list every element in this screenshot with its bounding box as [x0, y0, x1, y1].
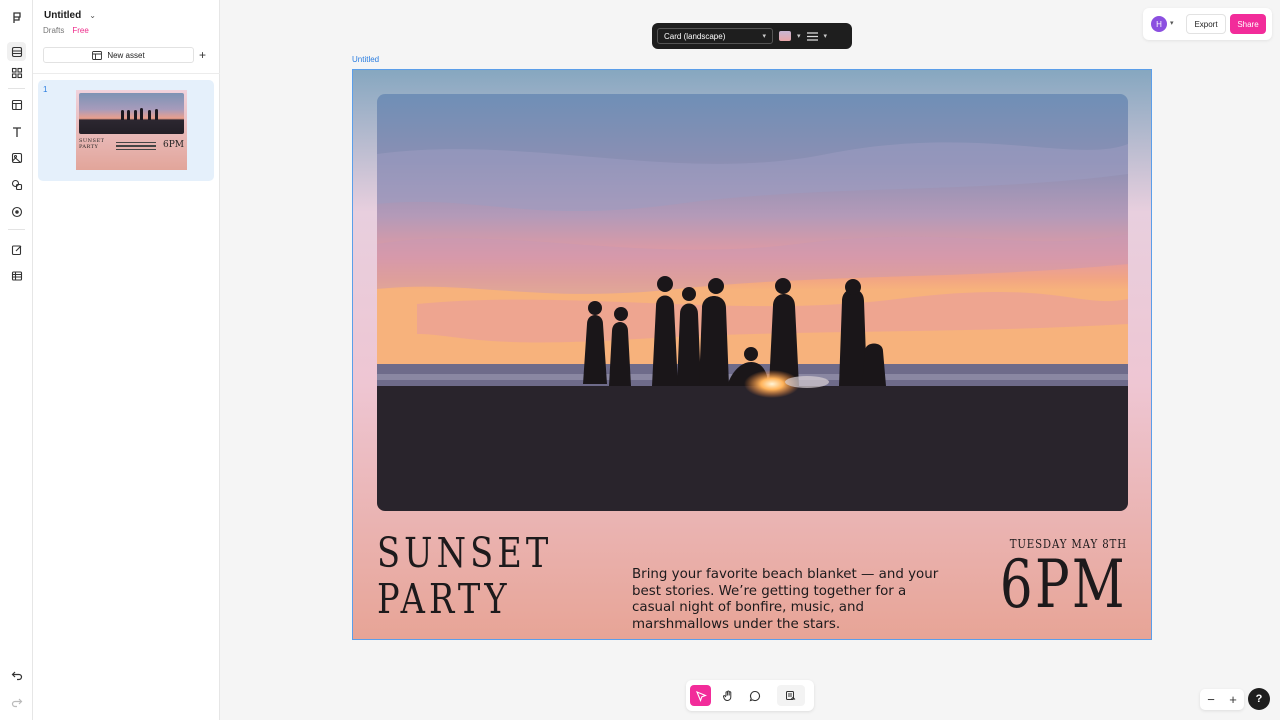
drafts-link[interactable]: Drafts	[43, 26, 64, 35]
layout-icon[interactable]	[7, 95, 26, 114]
bottom-toolbar	[686, 680, 814, 711]
help-button[interactable]: ?	[1248, 688, 1270, 710]
zoom-out-button[interactable]: −	[1200, 689, 1222, 710]
undo-icon[interactable]	[7, 665, 26, 684]
share-group: H ▾ Export Share	[1143, 8, 1272, 40]
shapes-icon[interactable]	[7, 175, 26, 194]
chevron-down-icon[interactable]: ⌄	[89, 11, 96, 20]
assets-tool-icon[interactable]	[777, 685, 805, 706]
page-number: 1	[43, 85, 48, 94]
avatar[interactable]: H	[1151, 16, 1167, 32]
redo-icon[interactable]	[7, 692, 26, 711]
pages-panel: Untitled ⌄ Drafts Free New asset + 1 SUN…	[33, 0, 220, 720]
new-asset-label: New asset	[107, 50, 145, 60]
card-time[interactable]: 6PM	[1000, 550, 1127, 620]
format-select[interactable]: Card (landscape) ▾	[657, 28, 773, 44]
layers-icon[interactable]	[7, 42, 26, 61]
comment-tool-icon[interactable]	[744, 685, 765, 706]
add-page-button[interactable]: +	[195, 47, 210, 63]
hand-tool-icon[interactable]	[717, 685, 738, 706]
title-line-1: SUNSET	[377, 529, 553, 577]
document-title-text: Untitled	[44, 10, 82, 21]
card-title[interactable]: SUNSET PARTY	[377, 530, 552, 622]
thumbnail-body-lines	[116, 141, 156, 151]
chevron-down-icon[interactable]: ▾	[797, 32, 801, 40]
logo-icon[interactable]	[7, 8, 26, 27]
text-icon[interactable]	[7, 122, 26, 141]
table-icon[interactable]	[7, 266, 26, 285]
thumbnail-title: SUNSET PARTY	[79, 138, 105, 151]
background-swatch[interactable]	[779, 31, 791, 41]
plan-badge: Free	[72, 26, 89, 35]
zoom-in-button[interactable]: +	[1222, 689, 1244, 710]
format-toolbar: Card (landscape) ▾ ▾ ▾	[652, 23, 852, 49]
share-button[interactable]: Share	[1230, 14, 1266, 34]
left-rail	[0, 0, 33, 720]
new-asset-button[interactable]: New asset	[43, 47, 194, 63]
document-meta: Drafts Free	[43, 26, 89, 35]
align-menu-icon[interactable]	[806, 31, 818, 41]
page-thumbnail: SUNSET PARTY 6PM	[76, 90, 187, 170]
thumbnail-time: 6PM	[163, 140, 184, 151]
format-select-value: Card (landscape)	[664, 31, 726, 41]
page-thumbnail-card[interactable]: 1 SUNSET PARTY 6PM	[38, 80, 214, 181]
frame-label[interactable]: Untitled	[352, 55, 379, 64]
plus-icon: +	[198, 48, 206, 62]
edit-icon[interactable]	[7, 240, 26, 259]
document-title[interactable]: Untitled ⌄	[44, 10, 96, 21]
export-button[interactable]: Export	[1186, 14, 1226, 34]
chevron-down-icon[interactable]: ▾	[824, 32, 828, 40]
sunset-party-photo[interactable]	[377, 94, 1128, 511]
thumbnail-photo	[79, 93, 184, 135]
zoom-controls: − +	[1200, 689, 1244, 710]
title-line-2: PARTY	[377, 575, 511, 623]
image-icon[interactable]	[7, 148, 26, 167]
chevron-down-icon: ▾	[762, 33, 766, 40]
card-body-text[interactable]: Bring your favorite beach blanket — and …	[632, 567, 952, 633]
layout-icon	[92, 50, 103, 60]
invitation-card-artboard[interactable]: SUNSET PARTY Bring your favorite beach b…	[352, 69, 1152, 640]
plus-circle-icon[interactable]	[7, 202, 26, 221]
grid-icon[interactable]	[7, 63, 26, 82]
chevron-down-icon[interactable]: ▾	[1170, 19, 1174, 27]
beach-bonfire-photo	[377, 94, 1128, 511]
select-tool-icon[interactable]	[690, 685, 711, 706]
